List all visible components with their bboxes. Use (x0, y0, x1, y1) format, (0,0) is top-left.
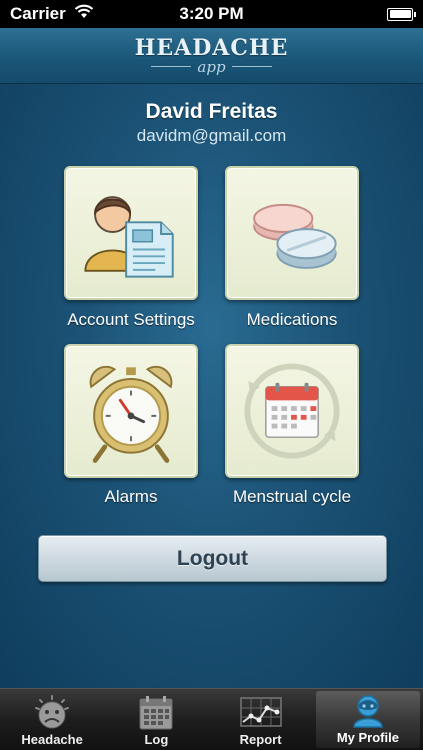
tab-log[interactable]: Log (104, 689, 208, 750)
user-icon (346, 692, 390, 728)
logo-divider (231, 66, 272, 67)
tab-label-report: Report (239, 732, 282, 747)
nav-bar: HEADACHE app (0, 28, 423, 84)
battery-icon (387, 7, 416, 21)
app-logo-subtitle: app (197, 57, 226, 76)
user-email: davidm@gmail.com (136, 126, 287, 145)
app-logo-title: HEADACHE (134, 34, 289, 61)
status-left: Carrier (10, 4, 94, 24)
tab-label-headache: Headache (21, 732, 83, 747)
app-logo-subtitle-row: app (151, 57, 272, 76)
alarm-clock-icon (66, 346, 196, 476)
account-settings-icon (66, 168, 196, 298)
tab-label-log: Log (144, 732, 169, 747)
tab-headache[interactable]: Headache (0, 689, 104, 750)
calendar-cycle-icon (227, 346, 357, 476)
menstrual-cycle-button[interactable] (225, 344, 359, 478)
tab-report[interactable]: Report (209, 689, 313, 750)
account-settings-label: Account Settings (67, 310, 195, 329)
pills-icon (227, 168, 357, 298)
chart-icon (239, 694, 283, 730)
alarms-button[interactable] (64, 344, 198, 478)
medications-button[interactable] (225, 166, 359, 300)
logout-button[interactable]: Logout (38, 535, 387, 582)
user-name: David Freitas (145, 100, 278, 123)
tab-label-my-profile: My Profile (336, 730, 399, 745)
alarms-label: Alarms (104, 487, 158, 506)
wifi-icon (74, 4, 94, 24)
sad-face-icon (30, 694, 74, 730)
status-bar: Carrier 3:20 PM (0, 0, 423, 28)
calendar-icon (134, 694, 178, 730)
tab-bar: Headache Log Report My Profile (0, 688, 423, 750)
carrier-label: Carrier (10, 4, 66, 23)
menstrual-cycle-label: Menstrual cycle (232, 487, 352, 506)
logo-divider (151, 66, 192, 67)
account-settings-button[interactable] (64, 166, 198, 300)
medications-label: Medications (246, 310, 338, 329)
tab-my-profile[interactable]: My Profile (315, 691, 420, 748)
profile-screen: David Freitas davidm@gmail.com Account S… (0, 84, 423, 688)
